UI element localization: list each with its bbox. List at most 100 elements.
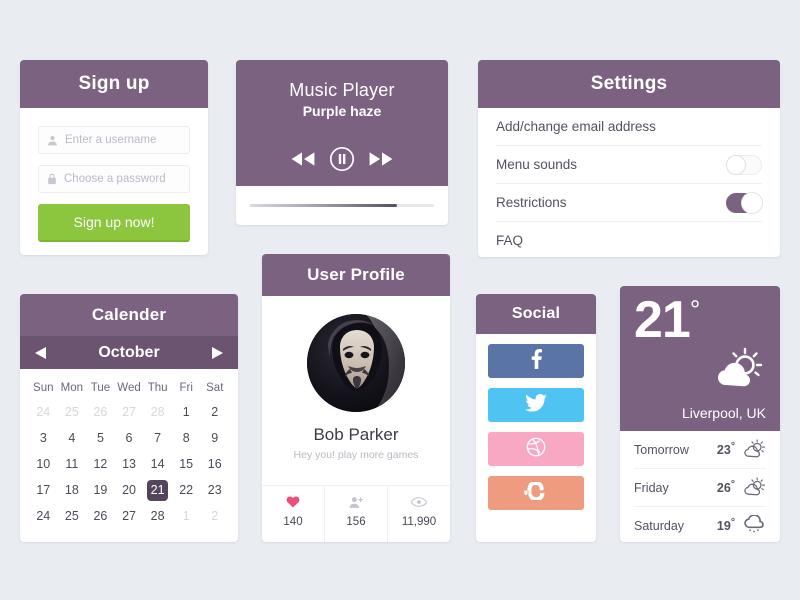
music-progress-bar[interactable] — [250, 204, 434, 207]
heart-icon — [262, 495, 324, 509]
calendar-day[interactable]: 5 — [86, 425, 115, 451]
forecast-day-tomorrow: Tomorrow — [634, 442, 689, 457]
weather-current-temp: 21° — [634, 294, 766, 346]
calendar-day[interactable]: 18 — [58, 477, 87, 503]
calendar-title: Calender — [20, 294, 238, 336]
stat-followers[interactable]: 156 — [325, 486, 388, 542]
calendar-day[interactable]: 6 — [115, 425, 144, 451]
music-controls — [236, 146, 448, 172]
facebook-button[interactable] — [488, 344, 584, 378]
lock-icon — [47, 173, 57, 185]
calendar-day[interactable]: 28 — [143, 503, 172, 529]
pause-icon[interactable] — [329, 146, 355, 172]
calendar-weekday: Mon — [60, 382, 84, 394]
calendar-day[interactable]: 27 — [115, 399, 144, 425]
username-field[interactable]: Enter a username — [38, 126, 190, 154]
calendar-day[interactable]: 11 — [58, 451, 87, 477]
calendar-day[interactable]: 15 — [172, 451, 201, 477]
person-icon — [47, 135, 58, 146]
signup-card: Sign up Enter a username Choose a passwo… — [20, 60, 208, 255]
calendar-day[interactable]: 20 — [115, 477, 144, 503]
forecast-row-saturday[interactable]: Saturday 19° — [634, 507, 766, 542]
user-profile-title: User Profile — [262, 254, 450, 296]
calendar-day[interactable]: 2 — [200, 399, 229, 425]
calendar-day[interactable]: 17 — [29, 477, 58, 503]
calendar-day[interactable]: 4 — [58, 425, 87, 451]
calendar-day[interactable]: 26 — [86, 399, 115, 425]
settings-label-faq: FAQ — [496, 233, 524, 248]
calendar-week-row: 17 18 19 20 21 22 23 — [29, 477, 229, 503]
calendar-weekday-row: Sun Mon Tue Wed Thu Fri Sat — [29, 377, 229, 399]
rain-cloud-icon — [742, 513, 766, 537]
social-buttons — [476, 334, 596, 520]
degree-sign: ° — [689, 294, 700, 325]
forecast-right: 26° — [716, 476, 766, 499]
stat-followers-value: 156 — [346, 516, 366, 528]
avatar-wrap — [262, 314, 450, 412]
calendar-day[interactable]: 1 — [172, 503, 201, 529]
caret-left-icon[interactable] — [34, 346, 47, 360]
calendar-day[interactable]: 10 — [29, 451, 58, 477]
avatar — [307, 314, 405, 412]
caret-right-icon[interactable] — [211, 346, 224, 360]
settings-label-menu-sounds: Menu sounds — [496, 157, 578, 172]
forecast-day-saturday: Saturday — [634, 518, 685, 533]
calendar-day[interactable]: 9 — [200, 425, 229, 451]
fast-forward-icon[interactable] — [368, 151, 394, 167]
stat-views[interactable]: 11,990 — [388, 486, 450, 542]
settings-row-faq[interactable]: FAQ — [496, 222, 762, 257]
calendar-day[interactable]: 8 — [172, 425, 201, 451]
calendar-weekday: Sat — [206, 382, 224, 394]
calendar-day[interactable]: 24 — [29, 399, 58, 425]
password-field[interactable]: Choose a password — [38, 165, 190, 193]
calendar-day[interactable]: 7 — [143, 425, 172, 451]
calendar-day[interactable]: 16 — [200, 451, 229, 477]
settings-row-restrictions[interactable]: Restrictions — [496, 184, 763, 222]
calendar-day[interactable]: 2 — [200, 503, 229, 529]
calendar-day[interactable]: 25 — [58, 503, 87, 529]
calendar-nav: October — [20, 336, 238, 369]
calendar-day[interactable]: 19 — [86, 477, 115, 503]
stat-views-value: 11,990 — [401, 516, 437, 528]
forecast-row-tomorrow[interactable]: Tomorrow 23° — [634, 431, 766, 469]
toggle-knob — [741, 191, 763, 214]
settings-row-email[interactable]: Add/change email address — [496, 108, 762, 146]
forecast-right: 23° — [716, 438, 766, 461]
calendar-day[interactable]: 28 — [143, 399, 172, 425]
dribbble-button[interactable] — [488, 432, 584, 466]
weather-forecast-list: Tomorrow 23° Friday 26° Saturday 19° — [620, 431, 780, 542]
user-profile-card: User Profile Bob Parker Hey you! play mo… — [262, 254, 450, 542]
calendar-day[interactable]: 13 — [115, 451, 144, 477]
stat-likes-value: 140 — [283, 516, 303, 528]
calendar-day[interactable]: 23 — [200, 477, 229, 503]
music-player-header: Music Player Purple haze — [236, 60, 448, 186]
calendar-day-selected[interactable]: 21 — [143, 477, 172, 503]
calendar-week-row: 3456789 — [29, 425, 229, 451]
calendar-day[interactable]: 22 — [172, 477, 201, 503]
stumbleupon-button[interactable] — [488, 476, 584, 510]
menu-sounds-toggle[interactable] — [726, 154, 762, 175]
calendar-day[interactable]: 14 — [143, 451, 172, 477]
calendar-day[interactable]: 25 — [58, 399, 87, 425]
calendar-day[interactable]: 26 — [86, 503, 115, 529]
calendar-week-row: 24 25 26 27 28 1 2 — [29, 399, 229, 425]
calendar-day[interactable]: 3 — [29, 425, 58, 451]
calendar-day[interactable]: 27 — [115, 503, 144, 529]
settings-row-menu-sounds[interactable]: Menu sounds — [496, 146, 762, 184]
twitter-button[interactable] — [488, 388, 584, 422]
calendar-day[interactable]: 12 — [86, 451, 115, 477]
forecast-row-friday[interactable]: Friday 26° — [634, 469, 766, 507]
signup-button[interactable]: Sign up now! — [38, 204, 190, 242]
settings-title: Settings — [478, 60, 780, 108]
restrictions-toggle[interactable] — [726, 191, 763, 214]
calendar-day-highlight: 21 — [147, 480, 169, 501]
stat-likes[interactable]: 140 — [262, 486, 325, 542]
settings-label-email: Add/change email address — [496, 119, 656, 134]
forecast-temp-friday: 26° — [716, 479, 735, 496]
forecast-temp-tomorrow: 23° — [716, 441, 735, 458]
rewind-icon[interactable] — [290, 151, 316, 167]
social-card: Social — [476, 294, 596, 542]
calendar-day[interactable]: 24 — [29, 503, 58, 529]
calendar-day[interactable]: 1 — [172, 399, 201, 425]
calendar-weekday: Thu — [147, 382, 168, 394]
